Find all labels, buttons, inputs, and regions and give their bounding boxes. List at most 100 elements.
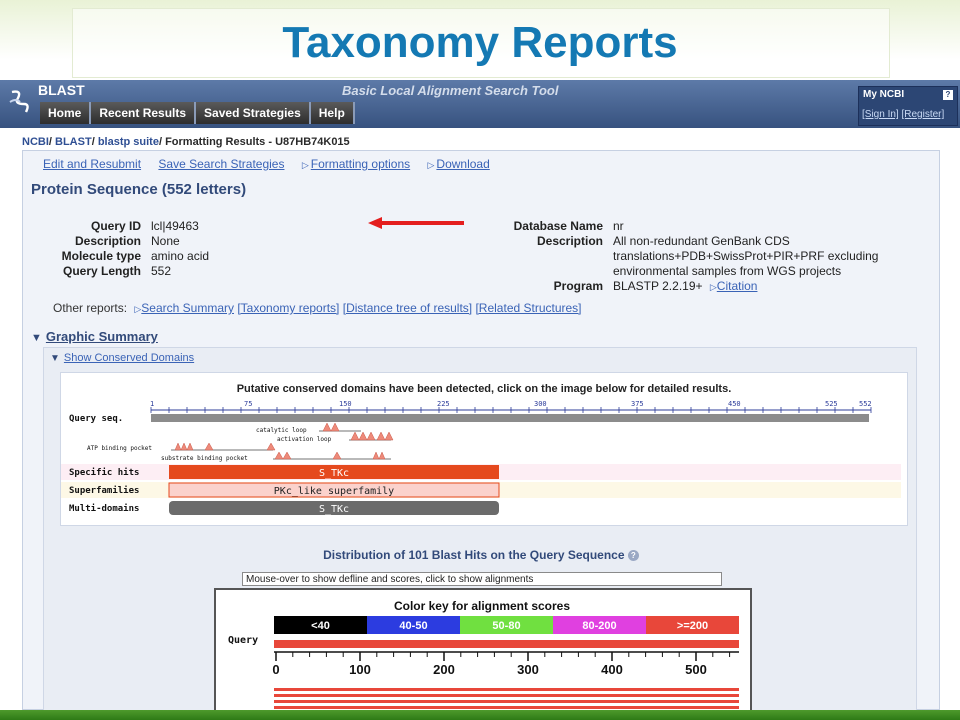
breadcrumb-suite[interactable]: blastp suite (98, 136, 159, 148)
related-structures-link[interactable]: [Related Structures] (475, 301, 581, 315)
help-icon[interactable]: ? (943, 90, 953, 100)
download-triangle-icon: ▷ (427, 160, 435, 170)
help-icon[interactable]: ? (627, 550, 639, 562)
formatting-triangle-icon: ▷ (301, 160, 309, 170)
color-key: <40 40-50 50-80 80-200 >=200 (274, 616, 739, 634)
specific-hit-label: S_TKc (319, 468, 349, 479)
database-info: Database Name nr Description All non-red… (463, 219, 923, 295)
breadcrumb: NCBI/ BLAST/ blastp suite/ Formatting Re… (22, 136, 350, 148)
database-name-value: nr (613, 219, 624, 233)
hit-distribution-panel[interactable]: Color key for alignment scores <40 40-50 5… (214, 588, 752, 710)
hit-bar (274, 694, 739, 697)
molecule-type-value: amino acid (151, 249, 210, 263)
formatting-options-link[interactable]: Formatting options (311, 157, 410, 171)
graphic-summary-box: ▼ Show Conserved Domains Putative conserv… (43, 347, 917, 710)
db-description-label: Description (536, 234, 603, 248)
database-name-label: Database Name (513, 219, 603, 233)
multi-domains-label: Multi-domains (69, 503, 139, 514)
my-ncbi-title: My NCBI (863, 89, 905, 100)
color-key-label: <40 (311, 620, 330, 632)
query-info: Query ID lcl|49463 Description None Mole… (23, 219, 283, 279)
axis-label: 0 (272, 662, 279, 677)
multi-domain-label: S_TKc (319, 504, 349, 515)
db-description-line: All non-redundant GenBank CDS (613, 234, 790, 248)
graphic-summary-toggle[interactable]: ▼ Graphic Summary (31, 329, 158, 344)
distribution-title: Distribution of 101 Blast Hits on the Qu… (44, 548, 918, 562)
breadcrumb-blast[interactable]: BLAST (55, 136, 92, 148)
expanded-triangle-icon: ▼ (31, 332, 42, 344)
edit-resubmit-link[interactable]: Edit and Resubmit (43, 157, 141, 171)
other-reports: Other reports: ▷Search Summary [Taxonomy… (53, 301, 582, 315)
query-label: Query (228, 635, 258, 646)
feature-label: activation loop (277, 436, 332, 443)
save-strategies-link[interactable]: Save Search Strategies (158, 157, 284, 171)
color-key-label: 80-200 (582, 620, 616, 632)
conserved-domains-panel[interactable]: Putative conserved domains have been det… (60, 372, 908, 526)
slide-title: Taxonomy Reports (282, 18, 678, 67)
query-id-value: lcl|49463 (151, 219, 199, 233)
show-conserved-domains-toggle[interactable]: ▼ Show Conserved Domains (50, 352, 194, 364)
feature-label: substrate binding pocket (161, 455, 248, 462)
axis-label: 100 (349, 662, 371, 677)
register-link[interactable]: [Register] (901, 109, 944, 120)
nav-help-button[interactable]: Help (310, 102, 355, 124)
ruler-ticks (150, 407, 872, 413)
ruler-label: 450 (728, 400, 741, 408)
ruler-label: 150 (339, 400, 352, 408)
molecule-type-label: Molecule type (61, 249, 141, 263)
breadcrumb-page: Formatting Results - U87HB74K015 (165, 136, 350, 148)
axis-label: 400 (601, 662, 623, 677)
app-tagline: Basic Local Alignment Search Tool (342, 83, 559, 98)
feature-label: ATP binding pocket (87, 445, 152, 452)
sign-in-link[interactable]: [Sign In] (862, 109, 899, 120)
superfamily-label: PKc_like superfamily (274, 486, 394, 497)
alignment-hint-field[interactable] (242, 572, 722, 586)
description-label: Description (74, 234, 141, 248)
nav-home-button[interactable]: Home (40, 102, 92, 124)
nav-recent-results-button[interactable]: Recent Results (91, 102, 197, 124)
ruler-label: 525 (825, 400, 838, 408)
axis-label: 500 (685, 662, 707, 677)
other-reports-label: Other reports: (53, 301, 128, 315)
feature-label: catalytic loop (256, 427, 307, 434)
axis-label: 200 (433, 662, 455, 677)
query-bar (274, 640, 739, 648)
db-description-line: translations+PDB+SwissProt+PIR+PRF exclu… (613, 249, 879, 263)
distance-tree-link[interactable]: [Distance tree of results] (343, 301, 472, 315)
hit-bar (274, 706, 739, 709)
hit-bar (274, 688, 739, 691)
ruler-label: 75 (244, 400, 252, 408)
my-ncbi-links: [Sign In] [Register] (862, 109, 944, 120)
color-key-label: 50-80 (492, 620, 520, 632)
axis-label: 300 (517, 662, 539, 677)
query-sequence-bar (151, 414, 869, 422)
results-actions: Edit and Resubmit Save Search Strategies… (43, 157, 504, 171)
sequence-title: Protein Sequence (552 letters) (31, 181, 247, 198)
ruler-label: 225 (437, 400, 450, 408)
query-id-label: Query ID (90, 219, 141, 233)
nav-saved-strategies-button[interactable]: Saved Strategies (196, 102, 311, 124)
citation-link[interactable]: Citation (717, 279, 758, 293)
results-panel: Edit and Resubmit Save Search Strategies… (22, 150, 940, 710)
query-seq-label: Query seq. (69, 414, 123, 424)
axis-ticks (275, 652, 731, 661)
color-key-label: 40-50 (399, 620, 427, 632)
program-label: Program (553, 279, 603, 293)
conserved-domains-graphic: 1 75 150 225 300 375 450 525 552 Query s… (61, 400, 901, 515)
color-key-label: >=200 (677, 620, 708, 632)
main-nav: Home Recent Results Saved Strategies Hel… (40, 102, 355, 124)
blast-header: BLAST Basic Local Alignment Search Tool … (0, 80, 960, 128)
breadcrumb-ncbi[interactable]: NCBI (22, 136, 49, 148)
slide-footer-band (0, 710, 960, 720)
ruler-label: 300 (534, 400, 547, 408)
query-length-label: Query Length (62, 264, 141, 278)
blast-logo-icon (9, 90, 29, 113)
color-key-title: Color key for alignment scores (394, 599, 570, 613)
description-value: None (151, 234, 180, 248)
taxonomy-reports-link[interactable]: [Taxonomy reports] (237, 301, 339, 315)
download-link[interactable]: Download (436, 157, 489, 171)
ruler-label: 1 (150, 400, 154, 408)
citation-triangle-icon: ▷ (709, 282, 717, 292)
superfamilies-label: Superfamilies (69, 485, 139, 496)
search-summary-link[interactable]: Search Summary (141, 301, 234, 315)
